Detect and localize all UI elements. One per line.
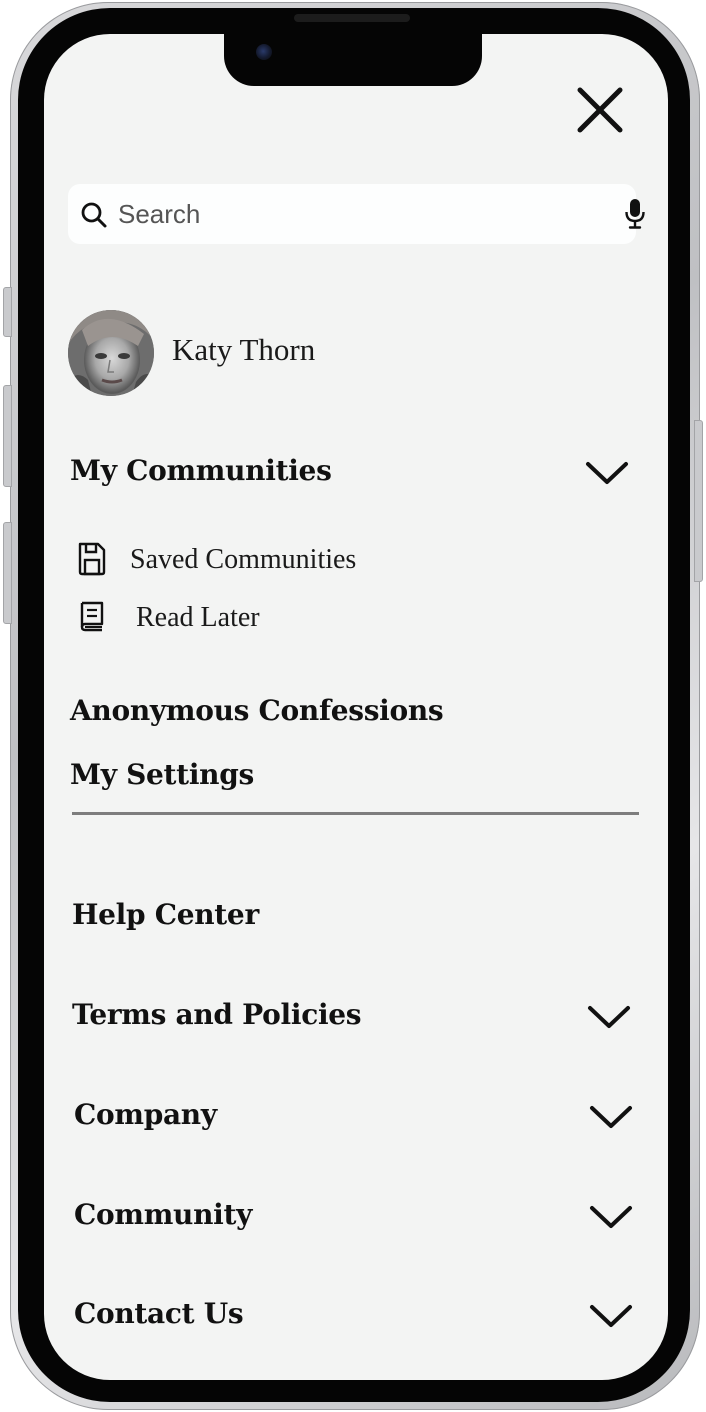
sub-item-read-later[interactable]: Read Later (76, 596, 476, 636)
avatar (68, 310, 154, 396)
search-input[interactable] (116, 194, 586, 234)
search-bar (68, 184, 645, 244)
menu-label: My Communities (70, 454, 332, 487)
chevron-down-icon[interactable] (588, 1200, 634, 1232)
volume-up-button (3, 385, 12, 487)
chevron-down-icon[interactable] (588, 1299, 634, 1331)
menu-label: Help Center (72, 898, 259, 931)
profile-name: Katy Thorn (172, 332, 316, 367)
menu-company[interactable]: Company (74, 1092, 634, 1140)
volume-down-button (3, 522, 12, 624)
menu-community[interactable]: Community (74, 1192, 634, 1240)
power-button (694, 420, 703, 582)
menu-label: Contact Us (74, 1297, 244, 1330)
save-icon (76, 542, 108, 581)
search-icon (80, 201, 108, 234)
menu-contact-us[interactable]: Contact Us (74, 1291, 634, 1339)
close-icon (577, 87, 623, 133)
microphone-icon[interactable] (624, 198, 646, 235)
menu-screen: Katy Thorn My Communities Saved Communit… (44, 34, 668, 1380)
front-camera (256, 44, 272, 60)
user-profile[interactable]: Katy Thorn (68, 310, 468, 398)
menu-help-center[interactable]: Help Center (72, 892, 632, 940)
sub-item-label: Read Later (136, 602, 260, 633)
earpiece-speaker (294, 14, 410, 22)
menu-label: My Settings (70, 758, 254, 791)
menu-my-settings[interactable]: My Settings (70, 752, 630, 800)
menu-terms-and-policies[interactable]: Terms and Policies (72, 992, 632, 1040)
chevron-down-icon[interactable] (584, 456, 630, 488)
menu-label: Terms and Policies (72, 998, 362, 1031)
sub-item-saved-communities[interactable]: Saved Communities (76, 538, 476, 578)
divider (72, 812, 639, 815)
sub-item-label: Saved Communities (130, 544, 357, 575)
notch (224, 34, 482, 86)
menu-label: Anonymous Confessions (70, 694, 444, 727)
chevron-down-icon[interactable] (586, 1000, 632, 1032)
silent-switch (3, 287, 12, 337)
book-icon (76, 600, 108, 637)
chevron-down-icon[interactable] (588, 1100, 634, 1132)
menu-my-communities[interactable]: My Communities (70, 448, 630, 496)
menu-anonymous-confessions[interactable]: Anonymous Confessions (70, 688, 630, 736)
menu-label: Community (74, 1198, 253, 1231)
menu-label: Company (74, 1098, 217, 1131)
close-button[interactable] (572, 82, 628, 138)
